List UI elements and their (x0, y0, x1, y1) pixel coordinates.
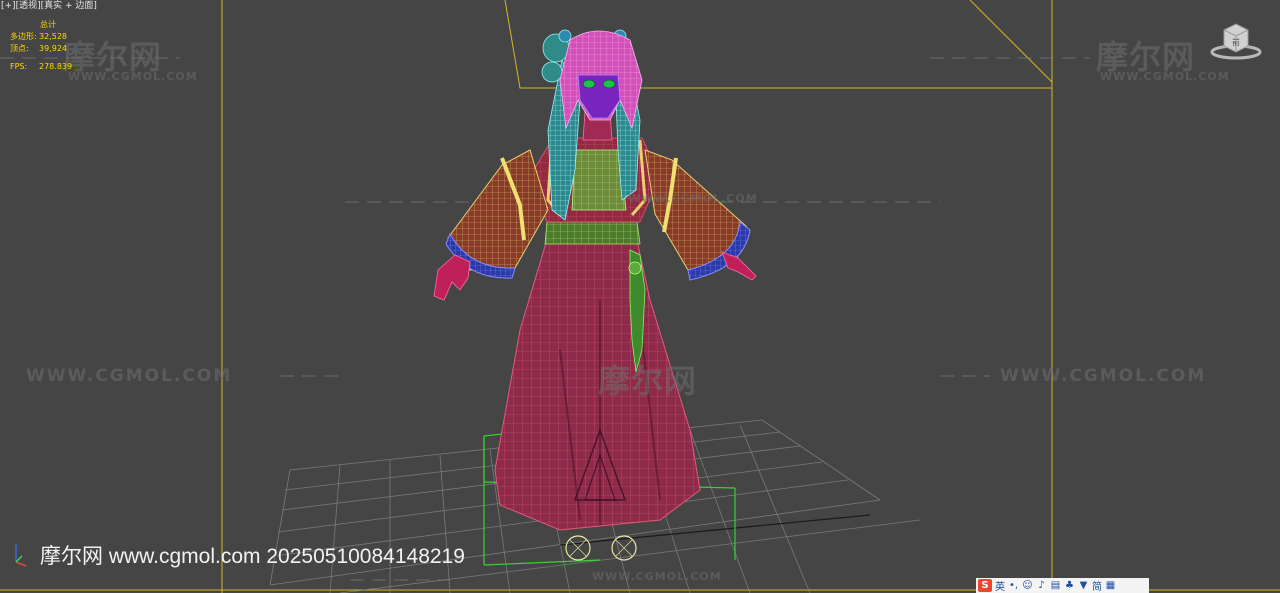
grid-icon[interactable]: ▦ (1105, 580, 1116, 591)
watermark-url: WWW.CGMOL.COM (1000, 366, 1207, 386)
stats-header: 总计 (40, 20, 56, 29)
sogou-logo-icon[interactable]: S (978, 579, 992, 592)
viewport-label: [+][透视][真实 + 边面] (1, 0, 97, 11)
watermark-stamp: 摩尔网 www.cgmol.com 20250510084148219 (40, 545, 465, 568)
watermark-brand: 摩尔网 (598, 362, 698, 400)
fps-value: 278.839 (39, 62, 73, 71)
viewcube-label: 前 (1232, 37, 1240, 47)
microphone-icon[interactable]: ♪ (1036, 580, 1047, 591)
shading-mode-button[interactable]: [真实 + 边面] (41, 1, 97, 11)
view-type-button[interactable]: [透视] (16, 1, 41, 11)
viewport-scene (0, 0, 1280, 593)
emoji-icon[interactable]: ☺ (1022, 580, 1033, 591)
watermark-url: WWW.CGMOL.COM (628, 192, 758, 205)
ime-toolbar[interactable]: S 英 •, ☺ ♪ ▤ ♣ ▼ 简 ▦ (976, 578, 1149, 593)
watermark-url: WWW.CGMOL.COM (26, 366, 233, 386)
toolbox-icon[interactable]: ♣ (1064, 580, 1075, 591)
watermark-url: WWW.CGMOL.COM (592, 570, 722, 583)
ime-mode-toggle[interactable]: 英 (995, 578, 1005, 593)
scene-statistics: 总计 多边形: 32,528 顶点: 39,924 FPS: 278.839 (10, 19, 72, 73)
skin-icon[interactable]: ▼ (1078, 580, 1089, 591)
polys-label: 多边形: (10, 32, 37, 41)
character-mesh[interactable] (433, 29, 757, 561)
viewport-menu-button[interactable]: [+] (1, 1, 16, 11)
watermark-url: WWW.CGMOL.COM (68, 70, 198, 83)
punctuation-icon[interactable]: •, (1008, 580, 1019, 591)
simplified-toggle[interactable]: 简 (1092, 578, 1102, 593)
watermark-url: WWW.CGMOL.COM (1100, 70, 1230, 83)
axis-gizmo-icon (15, 544, 27, 567)
verts-value: 39,924 (39, 44, 67, 53)
fps-label: FPS: (10, 62, 28, 71)
perspective-viewport[interactable]: 摩尔网 WWW.CGMOL.COM 摩尔网 WWW.CGMOL.COM WWW.… (0, 0, 1280, 593)
polys-value: 32,528 (39, 32, 67, 41)
verts-label: 顶点: (10, 44, 29, 53)
viewcube-icon[interactable]: 前 (1210, 20, 1262, 62)
keyboard-icon[interactable]: ▤ (1050, 580, 1061, 591)
